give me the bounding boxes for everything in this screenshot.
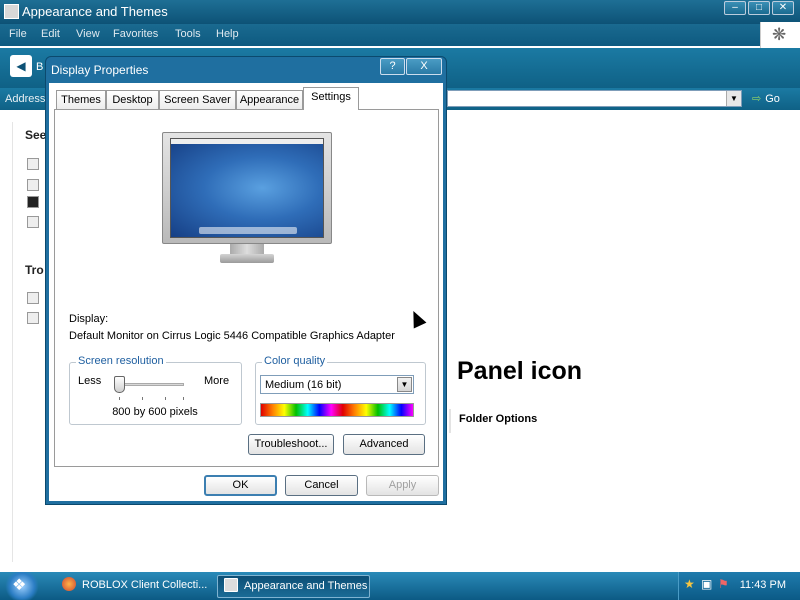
start-button[interactable]: ❖ [0, 572, 46, 600]
tab-screen-saver[interactable]: Screen Saver [159, 90, 236, 109]
clock: 11:43 PM [739, 579, 786, 591]
menu-favorites[interactable]: Favorites [113, 28, 158, 40]
resolution-less-label: Less [78, 375, 102, 387]
display-label: Display: [69, 313, 109, 325]
resolution-slider-thumb[interactable] [114, 376, 125, 393]
divider [449, 409, 451, 433]
address-dropdown-button[interactable]: ▼ [726, 91, 741, 106]
taskbar-item-appearance[interactable]: Appearance and Themes [217, 575, 370, 598]
maximize-button[interactable]: □ [748, 1, 770, 15]
advanced-button[interactable]: Advanced [343, 434, 425, 455]
monitor-foot [220, 254, 274, 263]
control-panel-icon [224, 578, 238, 592]
resolution-more-label: More [204, 375, 230, 387]
control-panel-icon[interactable] [4, 4, 19, 19]
close-button[interactable]: ✕ [772, 1, 794, 15]
color-quality-group: Color quality Medium (16 bit) ▼ [255, 355, 426, 425]
screen-resolution-group: Screen resolution Less More 800 by 600 p… [69, 355, 242, 425]
tab-settings[interactable]: Settings [303, 87, 359, 110]
tab-themes[interactable]: Themes [56, 90, 106, 109]
windows-logo-icon: ❖ [12, 577, 27, 594]
troubleshooter-item-icon[interactable] [27, 312, 39, 324]
menu-edit[interactable]: Edit [41, 28, 60, 40]
dialog-close-button[interactable]: X [406, 58, 442, 75]
dialog-title: Display Properties [51, 63, 149, 77]
menu-help[interactable]: Help [216, 28, 239, 40]
taskbar-item-roblox[interactable]: ROBLOX Client Collecti... [56, 575, 211, 598]
see-also-item-icon[interactable] [27, 216, 39, 228]
resolution-value: 800 by 600 pixels [112, 406, 198, 418]
menu-tools[interactable]: Tools [175, 28, 201, 40]
color-quality-label: Color quality [262, 355, 328, 367]
display-properties-dialog: Display Properties ? X Themes Desktop Sc… [45, 56, 447, 505]
see-also-item-icon[interactable] [27, 196, 39, 208]
throbber-icon: ❋ [760, 22, 800, 48]
taskbar-item-label: Appearance and Themes [244, 580, 368, 592]
menu-view[interactable]: View [76, 28, 100, 40]
ok-button[interactable]: OK [204, 475, 277, 496]
minimize-button[interactable]: – [724, 1, 746, 15]
color-quality-value: Medium (16 bit) [265, 379, 342, 391]
tray-people-icon[interactable]: ★ [684, 578, 697, 591]
address-input[interactable]: ▼ [447, 90, 742, 107]
go-label: Go [765, 93, 780, 105]
help-button[interactable]: ? [380, 58, 405, 75]
cancel-button[interactable]: Cancel [285, 475, 358, 496]
folder-options-link[interactable]: Folder Options [459, 413, 537, 425]
tab-appearance[interactable]: Appearance [236, 90, 303, 109]
monitor-preview [162, 132, 332, 272]
apply-button[interactable]: Apply [366, 475, 439, 496]
troubleshooters-heading: Tro [25, 263, 44, 277]
screen-resolution-label: Screen resolution [76, 355, 166, 367]
monitor-screen [170, 138, 324, 238]
menu-file[interactable]: File [9, 28, 27, 40]
see-also-item-icon[interactable] [27, 158, 39, 170]
monitor-bezel [162, 132, 332, 244]
tray-security-icon[interactable]: ⚑ [718, 578, 731, 591]
tray-display-icon[interactable]: ▣ [701, 578, 714, 591]
go-button[interactable]: ⇨ Go [752, 92, 780, 105]
see-also-item-icon[interactable] [27, 179, 39, 191]
see-also-heading: See [25, 128, 47, 142]
troubleshoot-button[interactable]: Troubleshoot... [248, 434, 334, 455]
troubleshooter-item-icon[interactable] [27, 292, 39, 304]
display-value: Default Monitor on Cirrus Logic 5446 Com… [69, 330, 395, 342]
taskbar: ❖ ROBLOX Client Collecti... Appearance a… [0, 572, 800, 600]
back-label-fragment: B [36, 61, 44, 73]
firefox-icon [62, 577, 76, 591]
go-arrow-icon: ⇨ [752, 93, 762, 105]
tab-desktop[interactable]: Desktop [106, 90, 159, 109]
pick-control-panel-heading: Panel icon [457, 357, 583, 385]
back-button[interactable]: ◀ [10, 55, 32, 77]
chevron-down-icon[interactable]: ▼ [397, 377, 412, 392]
dialog-body: Themes Desktop Screen Saver Appearance S… [49, 83, 443, 501]
menu-bar: File Edit View Favorites Tools Help [0, 24, 800, 46]
taskbar-item-label: ROBLOX Client Collecti... [82, 579, 208, 591]
explorer-title: Appearance and Themes [22, 4, 168, 19]
settings-panel: Display: Default Monitor on Cirrus Logic… [54, 109, 439, 467]
color-quality-select[interactable]: Medium (16 bit) ▼ [260, 375, 414, 394]
color-spectrum-preview [260, 403, 414, 417]
system-tray: ★ ▣ ⚑ 11:43 PM [678, 572, 800, 600]
explorer-title-bar[interactable]: Appearance and Themes – □ ✕ [0, 0, 800, 24]
address-label: Address [5, 93, 46, 105]
